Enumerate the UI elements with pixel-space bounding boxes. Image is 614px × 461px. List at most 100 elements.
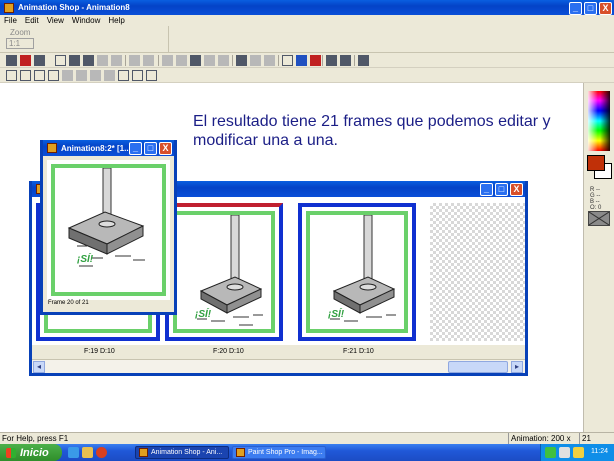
task-paint-shop-pro[interactable]: Paint Shop Pro - Imag...	[232, 446, 326, 459]
scroll-right-icon[interactable]: ▸	[511, 361, 523, 373]
paintbrush-icon[interactable]	[76, 70, 87, 81]
post-illustration	[67, 167, 145, 267]
foreground-color-swatch[interactable]	[587, 155, 605, 171]
paste-icon[interactable]	[190, 55, 201, 66]
minimize-button[interactable]: _	[480, 183, 493, 196]
new-animation-icon[interactable]	[6, 55, 17, 66]
frame-label: F:20 D:10	[213, 348, 244, 355]
ie-quicklaunch-icon[interactable]	[68, 447, 79, 458]
clock: 11:24	[591, 448, 608, 455]
frame-label: F:21 D:10	[343, 348, 374, 355]
close-button[interactable]: X	[599, 2, 612, 15]
paint-shop-pro-icon	[236, 448, 245, 457]
status-bar: For Help, press F1 Animation: 200 x 231 …	[0, 432, 614, 452]
frame-thumbnail[interactable]: ¡SÍ!	[298, 203, 416, 341]
zoom-toolbar: Zoom 1:1	[0, 26, 614, 53]
tray-icon[interactable]	[573, 447, 584, 458]
mover-icon[interactable]	[34, 70, 45, 81]
select-icon[interactable]	[6, 70, 17, 81]
scroll-thumb[interactable]	[448, 361, 508, 373]
minimize-button[interactable]: _	[569, 2, 582, 15]
color-spectrum[interactable]	[588, 91, 610, 151]
si-label: ¡SÍ!	[328, 309, 345, 320]
browse-icon[interactable]	[83, 55, 94, 66]
status-frame-count: 21 frames	[579, 433, 614, 452]
effects-icon[interactable]	[264, 55, 275, 66]
undo-icon[interactable]	[129, 55, 140, 66]
task-animation-shop[interactable]: Animation Shop - Ani...	[135, 446, 229, 459]
shapes-icon[interactable]	[146, 70, 157, 81]
tray-icon[interactable]	[545, 447, 556, 458]
menu-file[interactable]: File	[0, 16, 21, 25]
save-as-icon[interactable]	[55, 55, 66, 66]
line-icon[interactable]	[132, 70, 143, 81]
view-animation-icon[interactable]	[296, 55, 307, 66]
scroll-left-icon[interactable]: ◂	[33, 361, 45, 373]
print-icon[interactable]	[69, 55, 80, 66]
post-illustration	[197, 214, 263, 326]
status-animation-size: Animation: 200 x 231	[508, 433, 578, 452]
frame-label: F:19 D:10	[84, 348, 115, 355]
si-label: ¡SÍ!	[77, 254, 94, 265]
menu-window[interactable]: Window	[68, 16, 104, 25]
optimize-icon[interactable]	[310, 55, 321, 66]
start-button[interactable]: Inicio	[0, 444, 62, 461]
delete-icon[interactable]	[204, 55, 215, 66]
maximize-button[interactable]: □	[584, 2, 597, 15]
windows-logo-icon	[6, 447, 16, 458]
color-info: R -- G -- B -- O: 0	[590, 187, 601, 211]
app-title-bar[interactable]: Animation Shop - Animation8 _ □ X	[0, 0, 614, 15]
save-icon[interactable]	[34, 55, 45, 66]
taskbar: Inicio Animation Shop - Ani... Paint Sho…	[0, 444, 614, 461]
animation-properties-icon[interactable]	[340, 55, 351, 66]
close-button[interactable]: X	[510, 183, 523, 196]
frame-thumbnail[interactable]: ¡SÍ!	[165, 203, 283, 341]
frame-canvas[interactable]: ¡SÍ!	[47, 160, 170, 300]
animation-shop-icon	[139, 448, 148, 457]
select-all-icon[interactable]	[218, 55, 229, 66]
task-label: Paint Shop Pro - Imag...	[248, 449, 323, 456]
preview-icon[interactable]	[97, 55, 108, 66]
replace-icon[interactable]	[236, 55, 247, 66]
resize-icon[interactable]	[282, 55, 293, 66]
redo-icon[interactable]	[143, 55, 154, 66]
text-icon[interactable]	[118, 70, 129, 81]
frame-view-window[interactable]: Animation8:2* [1... _ □ X ¡SÍ! Frame 20 …	[40, 140, 177, 315]
dropper-icon[interactable]	[62, 70, 73, 81]
copy-icon[interactable]	[176, 55, 187, 66]
post-illustration	[330, 214, 396, 322]
eraser-icon[interactable]	[90, 70, 101, 81]
transitions-icon[interactable]	[250, 55, 261, 66]
frame-number-label: Frame 20 of 21	[48, 300, 89, 306]
maximize-button[interactable]: □	[495, 183, 508, 196]
zoom-select[interactable]: 1:1	[6, 38, 34, 49]
empty-frame[interactable]	[430, 203, 525, 341]
frame-view-title-bar[interactable]: Animation8:2* [1... _ □ X	[43, 140, 174, 156]
crop-icon[interactable]	[48, 70, 59, 81]
app-title: Animation Shop - Animation8	[18, 3, 130, 12]
close-button[interactable]: X	[159, 142, 172, 155]
menu-bar: File Edit View Window Help	[0, 15, 614, 26]
standard-toolbar	[0, 53, 614, 68]
animation-icon	[47, 143, 57, 153]
tray-icon[interactable]	[559, 447, 570, 458]
zoom-icon[interactable]	[20, 70, 31, 81]
maximize-button[interactable]: □	[144, 142, 157, 155]
horizontal-scrollbar[interactable]: ◂ ▸	[32, 359, 525, 373]
status-help-text: For Help, press F1	[2, 434, 69, 443]
transparent-swatch[interactable]	[588, 211, 610, 226]
cut-icon[interactable]	[162, 55, 173, 66]
folder-quicklaunch-icon[interactable]	[82, 447, 93, 458]
help-icon[interactable]	[358, 55, 369, 66]
open-icon[interactable]	[20, 55, 31, 66]
si-label: ¡SÍ!	[195, 309, 212, 320]
start-label: Inicio	[20, 446, 49, 459]
fill-icon[interactable]	[104, 70, 115, 81]
menu-view[interactable]: View	[43, 16, 68, 25]
media-quicklaunch-icon[interactable]	[96, 447, 107, 458]
menu-help[interactable]: Help	[104, 16, 128, 25]
wizard-icon[interactable]	[111, 55, 122, 66]
frame-properties-icon[interactable]	[326, 55, 337, 66]
minimize-button[interactable]: _	[129, 142, 142, 155]
menu-edit[interactable]: Edit	[21, 16, 43, 25]
